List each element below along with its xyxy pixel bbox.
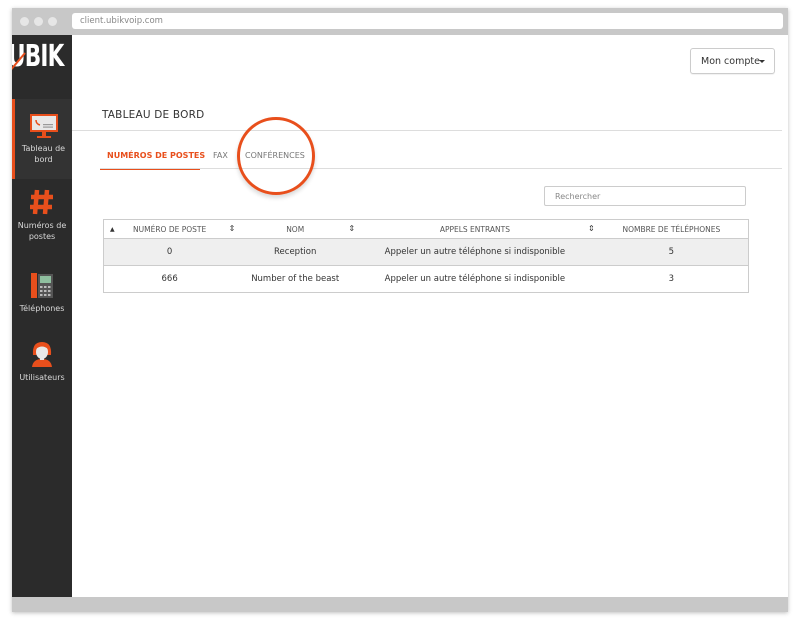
sort-icon[interactable]: ⇕ [229,224,236,233]
sidebar-item-label: Tableau de bord [21,144,66,164]
account-label: Mon compte [701,56,760,67]
window-maximize-dot[interactable] [48,17,57,26]
cell-nom: Reception [235,238,356,266]
browser-chrome: client.ubikvoip.com [12,8,788,35]
desk-phone-icon [31,273,53,298]
sort-icon[interactable]: ⇕ [588,224,595,233]
browser-bottom-bar [12,597,788,612]
address-bar[interactable]: client.ubikvoip.com [72,13,783,29]
table-header-row: ▲ NUMÉRO DE POSTE ⇕ NOM ⇕ APPELS ENTRANT… [103,219,749,239]
hash-icon [30,189,53,215]
sort-ascending-icon[interactable]: ▲ [110,226,115,233]
caret-down-icon [759,60,765,63]
column-header-nombre-de-telephones[interactable]: NOMBRE DE TÉLÉPHONES [594,219,749,239]
cell-appels: Appeler un autre téléphone si indisponib… [355,238,595,266]
search-input[interactable] [544,186,746,206]
tab-numeros-de-postes[interactable]: NUMÉROS DE POSTES [100,148,205,170]
sidebar-item-numeros-de-postes[interactable]: Numéros de postes [12,188,72,248]
page-title: TABLEAU DE BORD [102,109,205,121]
window-close-dot[interactable] [20,17,29,26]
cell-appels: Appeler un autre téléphone si indisponib… [355,265,595,293]
table-row[interactable]: 0 Reception Appeler un autre téléphone s… [103,238,749,266]
table-row[interactable]: 666 Number of the beast Appeler un autre… [103,265,749,293]
monitor-phone-icon [29,114,58,138]
account-dropdown-button[interactable]: Mon compte [690,48,775,74]
sidebar-item-tableau-de-bord[interactable]: Tableau de bord [12,99,72,179]
highlight-circle [237,117,315,195]
browser-window: client.ubikvoip.com UBIK Tableau de bord [12,8,788,612]
cell-telephones: 5 [594,238,749,266]
main-content: Mon compte TABLEAU DE BORD NUMÉROS DE PO… [72,35,788,597]
cell-telephones: 3 [594,265,749,293]
sort-icon[interactable]: ⇕ [348,224,355,233]
sidebar-item-label: Numéros de postes [17,221,67,241]
sidebar-item-label: Utilisateurs [19,373,65,382]
sidebar: UBIK Tableau de bord Numéros de postes T… [12,35,72,597]
cell-poste: 0 [103,238,236,266]
sidebar-item-telephones[interactable]: Téléphones [12,271,72,321]
divider [72,130,782,131]
window-minimize-dot[interactable] [34,17,43,26]
active-item-pointer [76,134,84,150]
column-header-numero-de-poste[interactable]: ▲ NUMÉRO DE POSTE ⇕ [103,219,236,239]
tabs-divider [100,168,782,169]
postes-table: ▲ NUMÉRO DE POSTE ⇕ NOM ⇕ APPELS ENTRANT… [103,219,749,293]
tab-fax[interactable]: FAX [213,148,228,170]
user-icon [32,342,52,367]
sidebar-item-utilisateurs[interactable]: Utilisateurs [12,340,72,390]
logo[interactable]: UBIK [12,35,72,85]
sidebar-item-label: Téléphones [19,304,65,313]
cell-poste: 666 [103,265,236,293]
column-header-nom[interactable]: NOM ⇕ [235,219,356,239]
cell-nom: Number of the beast [235,265,356,293]
column-header-appels-entrants[interactable]: APPELS ENTRANTS ⇕ [355,219,595,239]
